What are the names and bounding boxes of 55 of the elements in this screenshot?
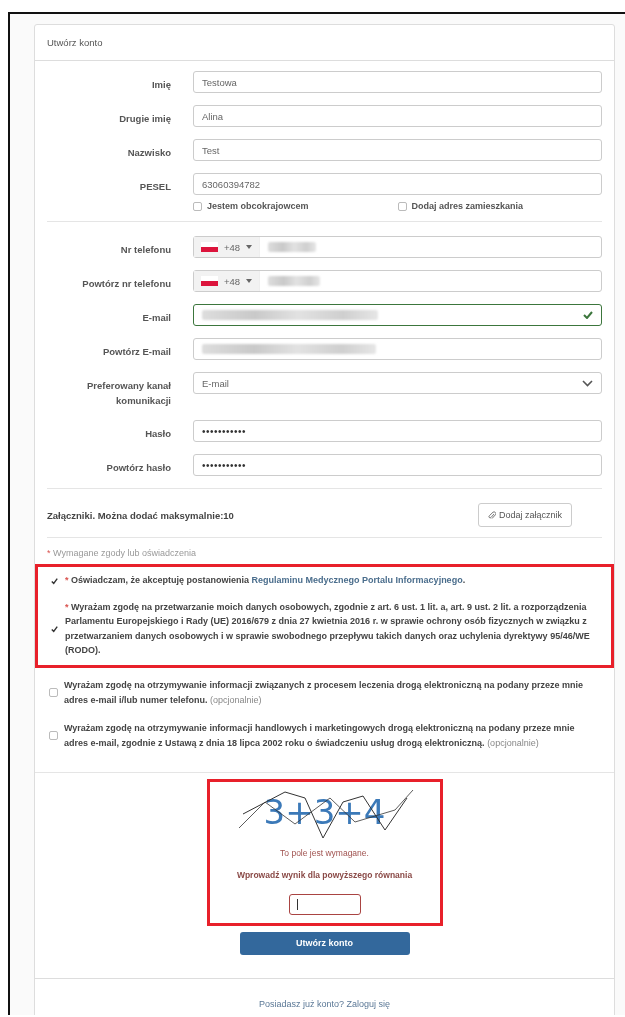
attachments-info: Załączniki. Można dodać maksymalnie:10 — [47, 509, 234, 521]
caret-icon — [246, 279, 253, 283]
error-message: To pole jest wymagane. — [280, 847, 369, 858]
checkbox[interactable] — [49, 688, 58, 698]
blurred-value — [268, 242, 317, 252]
checkbox-label: Jestem obcokrajowcem — [207, 201, 309, 211]
text-field[interactable]: 63060394782 — [193, 173, 602, 195]
login-link[interactable]: Posiadasz już konto? Zaloguj się — [258, 998, 391, 1009]
field-label: Nr telefonu — [119, 243, 171, 257]
checkbox[interactable] — [49, 731, 58, 740]
answer-field[interactable] — [288, 893, 361, 915]
field-label: Powtórz E-mail — [101, 345, 171, 359]
checkbox[interactable] — [50, 624, 59, 634]
checkbox[interactable] — [397, 201, 407, 211]
country-code: +48 — [224, 241, 241, 253]
field-label: Imię — [151, 78, 171, 92]
text-field[interactable]: Test — [193, 139, 602, 161]
field-label: Hasło — [144, 427, 171, 442]
consent-text: Wyrażam zgodę na otrzymywanie informacji handlowych i marketingowych drogą elektroniczną na podany przeze mnie adres e-mail, zgodnie z Ustawą z dnia 18 lipca 2002 roku o świadczeniu usług drogą elektroniczną. (opcjonalnie) — [64, 722, 576, 750]
field-label: Powtórz nr telefonu — [81, 277, 171, 291]
password-field[interactable]: ••••••••••• — [193, 420, 602, 443]
flag-icon — [201, 276, 218, 286]
check-icon — [583, 311, 593, 319]
field-label: Nazwisko — [126, 146, 171, 160]
country-code: +48 — [224, 275, 241, 287]
terms-link[interactable]: Regulaminu Medycznego Portalu Informacyjnego — [251, 575, 463, 586]
blurred-value — [268, 276, 321, 286]
select-value: E-mail — [202, 377, 229, 389]
field-label: Drugie imię — [118, 112, 171, 126]
captcha-prompt: Wprowadź wynik dla powyższego równania — [236, 869, 413, 880]
phone-field[interactable]: +48 — [193, 236, 602, 258]
paperclip-icon — [487, 510, 496, 520]
consent-text: * Wyrażam zgodę na przetwarzanie moich danych osobowych, zgodnie z art. 6 ust. 1 lit. a, art. 9 ust. 2 lit. a rozporządzenia Parlamentu Europejskiego i Rady (UE) 2016/679 z dnia 27 kwietnia 2016 r. w sprawie ochrony osób fizycznych w związku z przetwarzaniem danych osobowych i w sprawie swobodnego przepływu takich danych oraz uchylenia dyrektywy 95/46/WE (RODO). — [65, 600, 591, 657]
caret-icon — [246, 245, 253, 249]
checkbox[interactable] — [193, 201, 202, 211]
text-field[interactable]: Alina — [193, 105, 602, 127]
checkbox-label: Dodaj adres zamieszkania — [411, 201, 524, 211]
select-field[interactable]: E-mail — [193, 372, 602, 394]
text-field[interactable]: Testowa — [193, 71, 602, 93]
card-title: Utwórz konto — [35, 25, 614, 61]
create-account-button[interactable]: Utwórz konto — [239, 931, 410, 955]
password-field[interactable]: ••••••••••• — [193, 454, 602, 477]
flag-icon — [201, 242, 218, 252]
add-attachment-button[interactable]: Dodaj załącznik — [477, 503, 572, 528]
field-label: E-mail — [141, 311, 171, 325]
field-label: Preferowany kanał komunikacji — [86, 379, 171, 409]
email-field[interactable] — [193, 304, 602, 326]
consent-text: * Oświadczam, że akceptuję postanowienia Regulaminu Medycznego Portalu Informacyjnego. — [65, 574, 466, 588]
checkbox[interactable] — [50, 576, 59, 586]
consent-text: Wyrażam zgodę na otrzymywanie informacji związanych z procesem leczenia drogą elektroniczną na podany przeze mnie adres e-mail i/lub numer telefonu. (opcjonalnie) — [64, 679, 584, 707]
consents-heading: * Wymagane zgody lub oświadczenia — [47, 548, 198, 559]
chevron-down-icon — [582, 379, 593, 387]
field-label: Powtórz hasło — [105, 461, 171, 476]
phone-field[interactable]: +48 — [193, 270, 602, 292]
field-label: PESEL — [138, 180, 171, 194]
